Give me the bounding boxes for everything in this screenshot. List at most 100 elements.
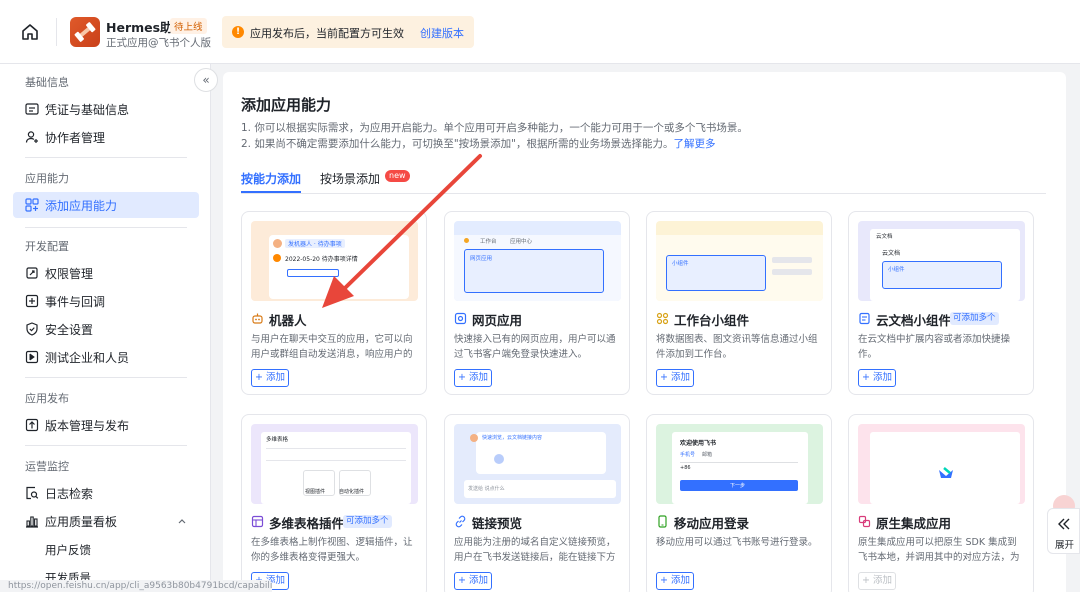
- add-button-disabled: + 添加: [858, 572, 896, 590]
- add-button[interactable]: + 添加: [656, 572, 694, 590]
- upload-icon: [25, 418, 39, 432]
- tab-by-capability[interactable]: 按能力添加: [241, 170, 301, 187]
- card-description: 在多维表格上制作视图、逻辑插件，让你的多维表格变得更强大。: [251, 537, 413, 563]
- section-title-release: 应用发布: [25, 392, 69, 405]
- notice-text: 应用发布后，当前配置方可生效: [250, 27, 404, 40]
- card-description: 将数据图表、图文资讯等信息通过小组件添加到工作台。: [656, 334, 818, 360]
- sidebar-item-test-tenants[interactable]: 测试企业和人员: [13, 344, 199, 370]
- widget-icon: [656, 312, 669, 325]
- description-text: 2. 如果尚不确定需要添加什么能力，可切换至"按场景添加"，根据所需的业务场景选…: [241, 138, 674, 150]
- dumbbell-icon: [74, 22, 96, 42]
- card-description: 快速接入已有的网页应用，用户可以通过飞书客户端免登录快速进入。: [454, 334, 616, 360]
- card-preview: 发机器人 · 待办事项 2022-05-20 待办事项详情: [251, 221, 418, 301]
- preview-date: 2022-05-20 待办事项详情: [285, 256, 358, 263]
- sidebar-item-versions[interactable]: 版本管理与发布: [13, 412, 199, 438]
- sidebar-item-label: 协作者管理: [45, 131, 106, 145]
- key-icon: [26, 267, 38, 279]
- header-divider: [56, 18, 57, 46]
- capability-card-link-preview[interactable]: 快速浏览，云文档链接内容 发送给 说点什么 链接预览 应用能为注册的域名自定义链…: [444, 414, 630, 592]
- publish-notice: ! 应用发布后，当前配置方可生效 创建版本: [222, 16, 474, 48]
- new-badge: new: [385, 170, 410, 182]
- status-badge: 待上线: [170, 18, 207, 34]
- card-title: 移动应用登录: [674, 516, 750, 531]
- card-description: 与用户在聊天中交互的应用，它可以向用户或群组自动发送消息，响应用户的消...: [251, 334, 413, 360]
- capability-card-mobile-login[interactable]: 欢迎使用飞书 手机号 邮箱 +86 下一步 移动应用登录 移动应用可以通过飞书账…: [646, 414, 832, 592]
- add-button[interactable]: + 添加: [656, 369, 694, 387]
- card-title: 云文档小组件: [876, 313, 952, 328]
- warning-icon: !: [232, 26, 244, 38]
- card-title: 链接预览: [472, 516, 523, 531]
- card-preview: 小组件: [656, 221, 823, 301]
- sidebar-item-quality-board[interactable]: 应用质量看板: [13, 508, 199, 534]
- sidebar-item-collaborators[interactable]: 协作者管理: [13, 124, 199, 150]
- card-title: 原生集成应用: [876, 516, 952, 531]
- capability-card-web-app[interactable]: 工作台 应用中心 网页应用 网页应用 快速接入已有的网页应用，用户可以通过飞书客…: [444, 211, 630, 395]
- apps-add-icon: [25, 198, 39, 212]
- log-search-icon: [26, 486, 39, 500]
- sidebar-item-add-capability[interactable]: 添加应用能力: [13, 192, 199, 218]
- mobile-icon: [658, 515, 667, 528]
- sidebar-divider: [25, 377, 187, 378]
- description-line-1: 1. 你可以根据实际需求，为应用开启能力。单个应用可开启多种能力，一个能力可用于…: [241, 122, 748, 134]
- sidebar-collapse-button[interactable]: «: [194, 68, 218, 92]
- home-icon[interactable]: [20, 22, 40, 42]
- capability-card-bitable-plugin[interactable]: 多维表格 视图插件 自动化插件 多维表格插件 可添加多个 在多维表格上制作视图、…: [241, 414, 427, 592]
- native-app-icon: [858, 515, 871, 528]
- bitable-icon: [251, 515, 264, 528]
- sidebar-item-label: 版本管理与发布: [45, 419, 130, 433]
- card-description: 移动应用可以通过飞书账号进行登录。: [656, 537, 818, 548]
- doc-widget-icon: [859, 312, 870, 325]
- bar-chart-icon: [26, 516, 38, 528]
- capability-card-robot[interactable]: 发机器人 · 待办事项 2022-05-20 待办事项详情 机器人 与用户在聊天…: [241, 211, 427, 395]
- feishu-logo-icon: [939, 467, 953, 478]
- card-description: 应用能为注册的域名自定义链接预览，用户在飞书发送链接后，能在链接下方展示...: [454, 537, 616, 563]
- tab-by-scenario[interactable]: 按场景添加: [320, 170, 380, 187]
- card-preview: 多维表格 视图插件 自动化插件: [251, 424, 418, 504]
- sidebar-item-security[interactable]: 安全设置: [13, 316, 199, 342]
- main-panel: 添加应用能力 1. 你可以根据实际需求，为应用开启能力。单个应用可开启多种能力，…: [223, 72, 1066, 592]
- create-version-link[interactable]: 创建版本: [420, 25, 464, 41]
- card-preview: 工作台 应用中心 网页应用: [454, 221, 621, 301]
- sidebar: 基础信息 凭证与基础信息 协作者管理 应用能力 添加应用能力 开发配置 权限管理…: [0, 64, 211, 592]
- sidebar-item-label: 安全设置: [45, 323, 94, 337]
- section-title-monitor: 运营监控: [25, 460, 69, 473]
- preview-tab: 邮箱: [702, 452, 713, 458]
- preview-button: 自动化插件: [339, 489, 365, 495]
- preview-item: 小组件: [888, 267, 905, 273]
- add-button[interactable]: + 添加: [251, 369, 289, 387]
- add-button[interactable]: + 添加: [454, 369, 492, 387]
- app-subtitle: 正式应用@飞书个人版: [106, 37, 211, 49]
- preview-input: 发送给 说点什么: [468, 486, 505, 492]
- id-card-icon: [25, 103, 39, 115]
- multi-badge: 可添加多个: [950, 312, 999, 325]
- sidebar-item-logs[interactable]: 日志检索: [13, 480, 199, 506]
- description-line-2: 2. 如果尚不确定需要添加什么能力，可切换至"按场景添加"，根据所需的业务场景选…: [241, 136, 716, 151]
- card-title: 工作台小组件: [674, 313, 750, 328]
- sidebar-item-label: 应用质量看板: [45, 515, 118, 529]
- multi-badge: 可添加多个: [343, 515, 392, 528]
- add-button[interactable]: + 添加: [858, 369, 896, 387]
- sidebar-divider: [25, 157, 187, 158]
- preview-tab: 工作台: [480, 239, 497, 245]
- double-chevron-left-icon: [1058, 518, 1070, 530]
- sidebar-divider: [25, 227, 187, 228]
- add-button[interactable]: + 添加: [454, 572, 492, 590]
- capability-card-widget[interactable]: 小组件 工作台小组件 将数据图表、图文资讯等信息通过小组件添加到工作台。 + 添…: [646, 211, 832, 395]
- capability-card-doc-widget[interactable]: 云文档 云文档 小组件 云文档小组件 可添加多个 在云文档中扩展内容或者添加快捷…: [848, 211, 1034, 395]
- capability-card-native-app[interactable]: 原生集成应用 原生集成应用可以把原生 SDK 集成到飞书本地，并调用其中的对应方…: [848, 414, 1034, 592]
- preview-button: 视图插件: [305, 489, 326, 495]
- preview-header: 多维表格: [266, 437, 289, 443]
- card-title: 网页应用: [472, 313, 523, 328]
- tabs-divider: [241, 193, 1046, 194]
- sidebar-item-credentials[interactable]: 凭证与基础信息: [13, 96, 199, 122]
- sidebar-subitem-feedback[interactable]: 用户反馈: [45, 542, 91, 558]
- sidebar-item-permissions[interactable]: 权限管理: [13, 260, 199, 286]
- web-app-icon: [454, 312, 467, 325]
- section-title-dev: 开发配置: [25, 240, 69, 253]
- preview-button: 下一步: [730, 483, 746, 489]
- learn-more-link[interactable]: 了解更多: [674, 138, 716, 150]
- sidebar-item-label: 权限管理: [45, 267, 94, 281]
- card-preview: [858, 424, 1025, 504]
- sidebar-item-events[interactable]: 事件与回调: [13, 288, 199, 314]
- card-description: 原生集成应用可以把原生 SDK 集成到飞书本地，并调用其中的对应方法，为用户提.…: [858, 537, 1020, 563]
